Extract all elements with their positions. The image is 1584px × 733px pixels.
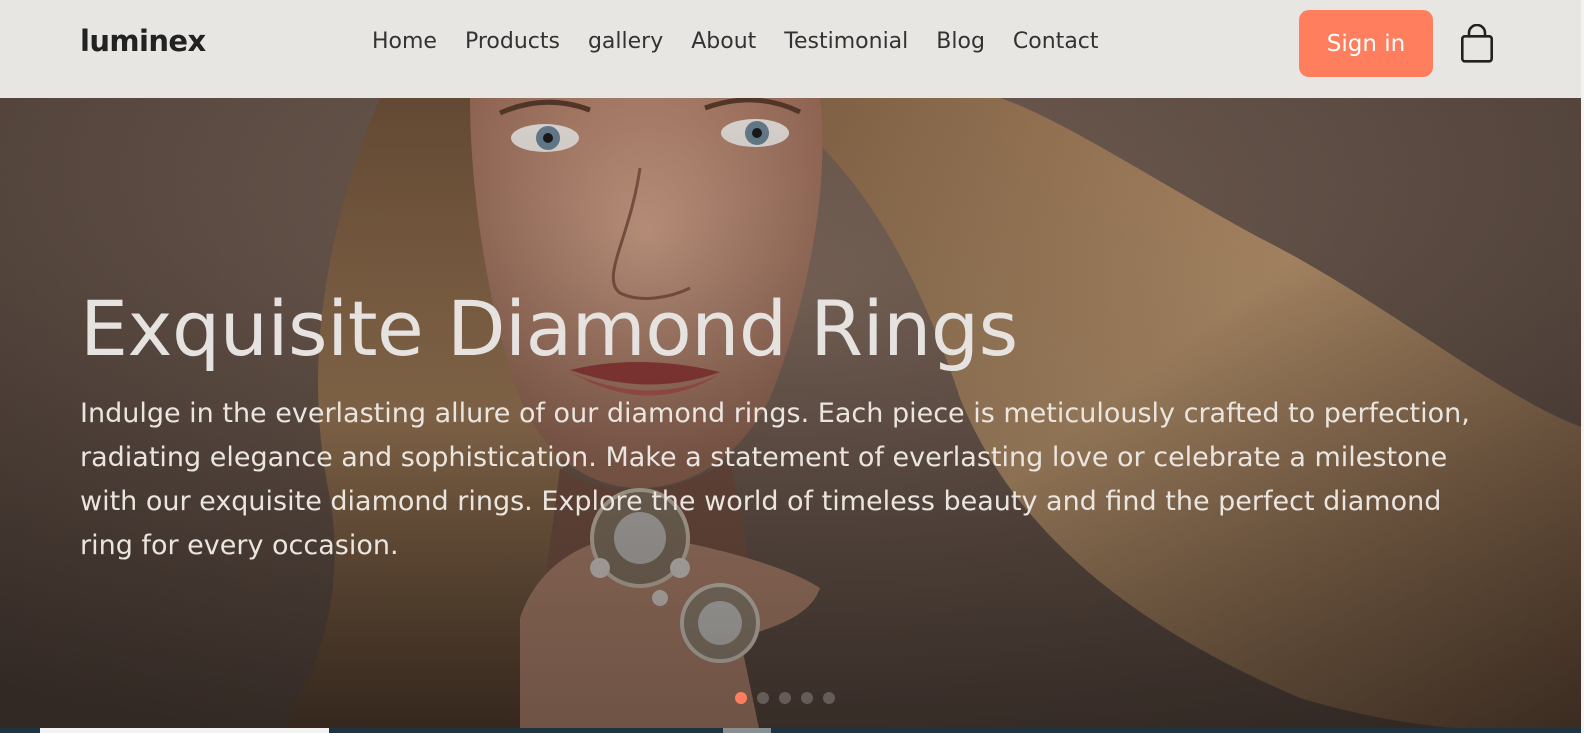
nav-contact[interactable]: Contact [1013, 29, 1099, 54]
main-nav: Home Products gallery About Testimonial … [372, 29, 1127, 54]
slider-dot-1[interactable] [735, 692, 747, 704]
brand-logo[interactable]: luminex [80, 24, 206, 58]
next-section-edge [0, 728, 1584, 733]
next-section-card-edge [40, 728, 329, 733]
nav-testimonial[interactable]: Testimonial [784, 29, 908, 54]
slider-dot-3[interactable] [779, 692, 791, 704]
slider-dots [735, 692, 835, 704]
slider-dot-4[interactable] [801, 692, 813, 704]
hero-description: Indulge in the everlasting allure of our… [80, 398, 1470, 561]
nav-gallery[interactable]: gallery [588, 29, 663, 54]
slider-dot-5[interactable] [823, 692, 835, 704]
slider-dot-2[interactable] [757, 692, 769, 704]
shopping-bag-icon[interactable] [1460, 24, 1494, 64]
sign-in-button[interactable]: Sign in [1299, 10, 1433, 77]
hero-title: Exquisite Diamond Rings [80, 284, 1018, 373]
nav-home[interactable]: Home [372, 29, 437, 54]
next-section-highlight [723, 728, 771, 733]
site-header: luminex Home Products gallery About Test… [0, 0, 1584, 98]
nav-about[interactable]: About [691, 29, 756, 54]
nav-products[interactable]: Products [465, 29, 560, 54]
hero-slider: Exquisite Diamond Rings Indulge in the e… [0, 98, 1584, 733]
nav-blog[interactable]: Blog [936, 29, 985, 54]
